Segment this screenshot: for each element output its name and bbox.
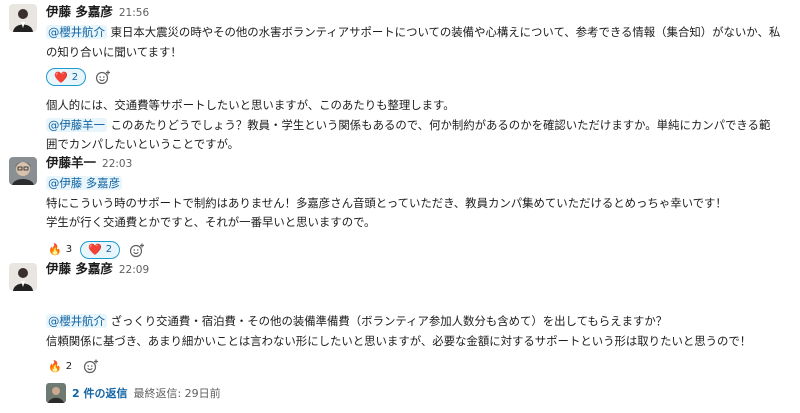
- thread-last-reply: 最終返信: 29日前: [133, 387, 221, 400]
- message-text: @伊藤羊一 このあたりどうでしょう？教員・学生という関係もあるので、何か制約があ…: [46, 117, 771, 132]
- reaction-fire[interactable]: 🔥 2: [46, 357, 74, 375]
- avatar[interactable]: [9, 263, 37, 291]
- fire-icon: 🔥: [48, 359, 62, 373]
- message-text: @櫻井航介 ざっくり交通費・宿泊費・その他の装備準備費（ボランティア参加人数分も…: [46, 314, 668, 328]
- user-mention[interactable]: @櫻井航介: [46, 314, 107, 328]
- message-text: @櫻井航介 東日本大震災の時やその他の水害ボランティアサポートについての装備や心…: [46, 25, 781, 39]
- add-reaction-button[interactable]: [126, 240, 148, 260]
- reaction-bar: 🔥 2: [46, 355, 788, 377]
- reaction-fire[interactable]: 🔥 3: [46, 241, 74, 259]
- user-mention[interactable]: @伊藤 多嘉彦: [46, 176, 122, 190]
- message-header: 伊藤 多嘉彦 21:56: [46, 4, 788, 21]
- add-reaction-button[interactable]: [80, 356, 102, 376]
- message-text: 学生が行く交通費とかですと、それが一番早いと思いますので。: [46, 215, 376, 229]
- reaction-heart[interactable]: ❤️ 2: [80, 240, 121, 259]
- author-name[interactable]: 伊藤 多嘉彦: [46, 4, 113, 19]
- avatar[interactable]: [9, 4, 37, 32]
- add-reaction-button[interactable]: [92, 67, 114, 87]
- author-name[interactable]: 伊藤羊一: [46, 155, 96, 170]
- emoji-add-icon: [83, 359, 99, 374]
- thread-replies-link[interactable]: 2 件の返信: [72, 385, 127, 401]
- message-text: @伊藤 多嘉彦: [46, 174, 788, 194]
- message-text: の知り合いに聞いてます！: [46, 44, 182, 59]
- heart-icon: ❤️: [54, 70, 68, 84]
- message-header: 伊藤 多嘉彦 22:09: [46, 261, 788, 278]
- heart-icon: ❤️: [88, 243, 102, 256]
- user-mention[interactable]: @伊藤羊一: [46, 117, 107, 132]
- timestamp[interactable]: 22:09: [119, 264, 149, 276]
- thread-avatar: [46, 383, 66, 403]
- avatar[interactable]: [9, 157, 37, 185]
- reaction-count: 3: [65, 244, 73, 255]
- reaction-bar: 🔥 3 ❤️ 2: [46, 239, 788, 261]
- emoji-add-icon: [130, 243, 145, 257]
- message-text: 信頼関係に基づき、あまり細かいことは言わない形にしたいと思いますが、必要な金額に…: [46, 333, 752, 348]
- fire-icon: 🔥: [48, 243, 62, 256]
- reaction-count: 2: [105, 244, 113, 255]
- thread-summary[interactable]: 2 件の返信 最終返信: 29日前: [46, 383, 788, 403]
- reaction-count: 2: [71, 71, 79, 83]
- emoji-add-icon: [95, 70, 111, 85]
- timestamp[interactable]: 21:56: [119, 7, 149, 19]
- message-header: 伊藤羊一 22:03: [46, 155, 788, 172]
- reaction-heart[interactable]: ❤️ 2: [46, 68, 87, 86]
- timestamp[interactable]: 22:03: [102, 158, 132, 170]
- message-text: 個人的には、交通費等サポートしたいと思いますが、このあたりも整理します。: [46, 98, 455, 112]
- message-text: 特にこういう時のサポートで制約はありません！多嘉彦さん音頭とっていただき、教員カ…: [46, 195, 727, 210]
- author-name[interactable]: 伊藤 多嘉彦: [46, 261, 113, 276]
- reaction-count: 2: [65, 360, 73, 372]
- message-text: 囲でカンパしたいということですが。: [46, 137, 240, 151]
- user-mention[interactable]: @櫻井航介: [46, 25, 107, 39]
- reaction-bar: ❤️ 2: [46, 66, 788, 88]
